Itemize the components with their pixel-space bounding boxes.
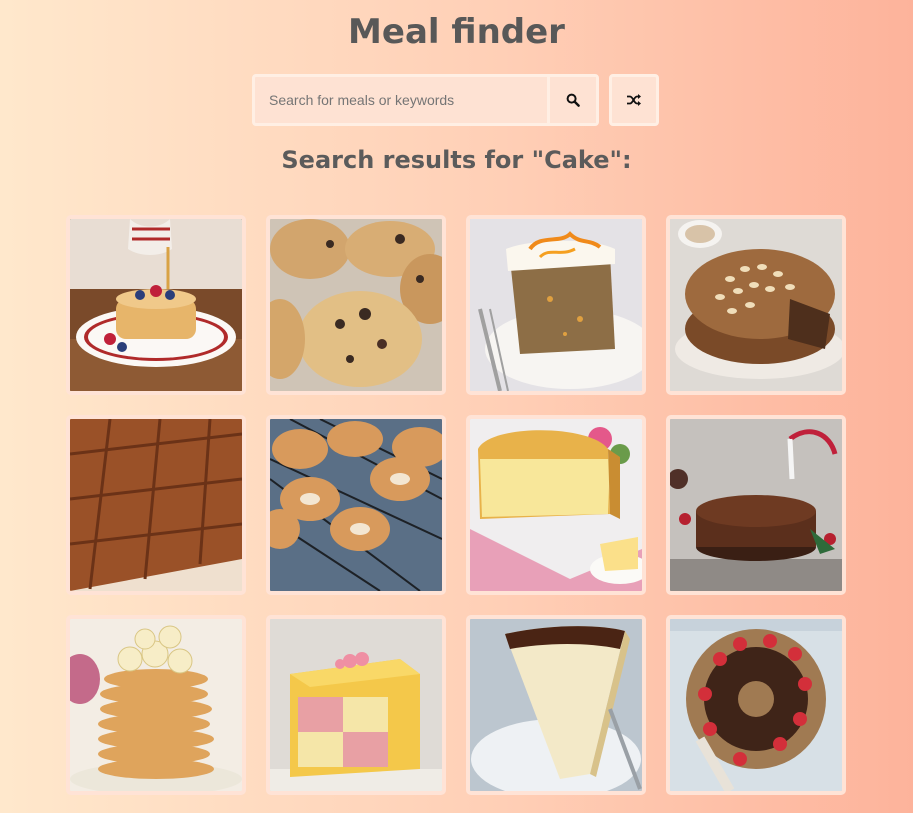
shuffle-icon [627,94,641,106]
search-button[interactable] [550,77,596,123]
doughnuts-image [270,419,442,591]
meal-card-banana-pancakes[interactable] [66,615,246,795]
banana-pancakes-image [70,619,242,791]
madeira-cake-image [470,419,642,591]
page: Meal finder Search results for "Cake": [0,0,913,813]
pancakes-image [70,219,242,391]
meal-card-carrot-cake[interactable] [466,215,646,395]
meal-card-dundee-cake[interactable] [666,215,846,395]
dundee-cake-image [670,219,842,391]
meal-card-christmas-cake[interactable] [666,415,846,595]
meal-card-gingerbread-squares[interactable] [66,415,246,595]
battenberg-cake-image [270,619,442,791]
meal-card-pancakes[interactable] [66,215,246,395]
results-heading: Search results for "Cake": [281,146,632,174]
christmas-cake-image [670,419,842,591]
meal-card-battenberg-cake[interactable] [266,615,446,795]
meal-card-madeira-cake[interactable] [466,415,646,595]
cheesecake-image [470,619,642,791]
meal-card-cheesecake[interactable] [466,615,646,795]
bundt-cake-image [670,619,842,791]
random-meal-button[interactable] [609,74,659,126]
rock-cakes-image [270,219,442,391]
meal-card-chocolate-bundt-cake[interactable] [666,615,846,795]
meal-card-rock-cakes[interactable] [266,215,446,395]
search-icon [566,93,580,107]
search-form [252,74,599,126]
gingerbread-image [70,419,242,591]
page-title: Meal finder [348,12,565,52]
search-input[interactable] [255,77,550,123]
meal-card-doughnuts[interactable] [266,415,446,595]
carrot-cake-image [470,219,642,391]
